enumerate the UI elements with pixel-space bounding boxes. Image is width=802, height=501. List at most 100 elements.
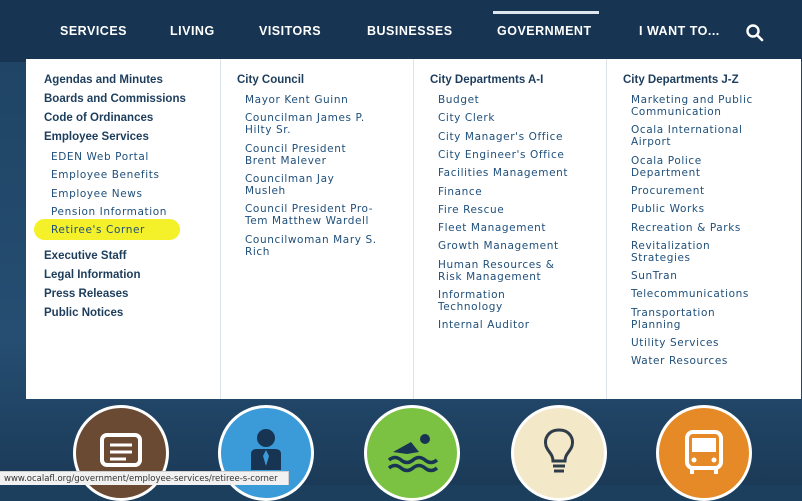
link-council-member-1[interactable]: Councilman James P. Hilty Sr. [245, 112, 365, 136]
link-council-member-line: Brent Malever [245, 154, 327, 167]
link-council-member-2[interactable]: Council President Brent Malever [245, 143, 346, 167]
link-department-a-i-line: Technology [438, 301, 503, 313]
link-department-a-i-2[interactable]: City Manager's Office [438, 131, 563, 143]
link-boards-commissions[interactable]: Boards and Commissions [44, 93, 186, 105]
link-department-a-i-line: Growth Management [438, 240, 559, 253]
column-government-general: Agendas and Minutes Boards and Commissio… [26, 59, 220, 399]
link-department-a-i-line: Fleet Management [438, 222, 547, 235]
link-department-a-i-line: City Clerk [438, 112, 496, 125]
link-department-j-z-line: Planning [631, 318, 682, 331]
link-department-j-z-7[interactable]: SunTran [631, 270, 677, 282]
government-circle-button[interactable] [218, 405, 314, 501]
link-council-member-line: Hilty Sr. [245, 124, 292, 137]
link-employee-benefits[interactable]: Employee Benefits [51, 169, 160, 181]
link-department-a-i-line: Finance [438, 185, 483, 198]
link-department-a-i-4[interactable]: Facilities Management [438, 167, 568, 179]
link-department-a-i-line: Budget [438, 94, 480, 106]
nav-active-indicator [493, 11, 599, 14]
heading-city-council[interactable]: City Council [237, 74, 304, 86]
main-nav: SERVICES LIVING VISITORS BUSINESSES GOVE… [0, 0, 802, 62]
link-council-member-line: Councilwoman Mary S. [245, 233, 377, 246]
link-department-j-z-line: Recreation & Parks [631, 221, 741, 234]
link-department-j-z-11[interactable]: Water Resources [631, 355, 728, 367]
link-employee-news[interactable]: Employee News [51, 188, 143, 200]
link-department-j-z-2[interactable]: Ocala Police Department [631, 155, 702, 179]
link-department-a-i-line: Facilities Management [438, 167, 569, 180]
nav-visitors[interactable]: VISITORS [259, 24, 321, 38]
link-department-j-z-10[interactable]: Utility Services [631, 337, 719, 349]
link-council-member-4[interactable]: Council President Pro- Tem Matthew Wardel… [245, 203, 373, 227]
search-icon[interactable] [745, 23, 765, 43]
link-public-notices[interactable]: Public Notices [44, 307, 123, 319]
link-department-a-i-9[interactable]: Human Resources & Risk Management [438, 259, 555, 283]
link-department-j-z-8[interactable]: Telecommunications [631, 288, 749, 300]
link-council-member-line: Musleh [245, 184, 286, 197]
link-eden-web-portal[interactable]: EDEN Web Portal [51, 151, 149, 163]
link-code-ordinances[interactable]: Code of Ordinances [44, 112, 153, 124]
link-department-j-z-line: Airport [631, 136, 672, 149]
nav-i-want-to[interactable]: I WANT TO... [639, 24, 720, 38]
link-department-j-z-line: Marketing and Public [631, 94, 753, 106]
link-department-j-z-line: Ocala Police [631, 154, 702, 167]
link-council-member-line: Councilman Jay [245, 172, 335, 185]
link-department-j-z-line: Ocala International [631, 124, 743, 137]
link-department-j-z-line: Communication [631, 106, 722, 118]
link-department-j-z-0[interactable]: Marketing and Public Communication [631, 94, 753, 118]
transit-circle-button[interactable] [656, 405, 752, 501]
link-department-j-z-line: Transportation [631, 306, 716, 319]
link-department-j-z-line: Department [631, 166, 701, 179]
link-department-j-z-line: Revitalization [631, 239, 711, 252]
link-department-a-i-6[interactable]: Fire Rescue [438, 204, 504, 216]
link-legal-information[interactable]: Legal Information [44, 269, 140, 281]
link-employee-services[interactable]: Employee Services [44, 131, 149, 143]
column-city-council: City Council Mayor Kent Guinn Councilman … [221, 59, 413, 399]
link-department-a-i-7[interactable]: Fleet Management [438, 222, 546, 234]
link-pension-information[interactable]: Pension Information [51, 206, 167, 218]
link-department-j-z-line: Public Works [631, 203, 705, 216]
link-department-j-z-1[interactable]: Ocala International Airport [631, 124, 743, 148]
link-department-j-z-line: Utility Services [631, 337, 720, 349]
link-department-j-z-line: Water Resources [631, 355, 728, 368]
link-department-a-i-3[interactable]: City Engineer's Office [438, 149, 564, 161]
link-department-j-z-5[interactable]: Recreation & Parks [631, 222, 741, 234]
link-department-a-i-5[interactable]: Finance [438, 186, 482, 198]
link-department-j-z-4[interactable]: Public Works [631, 203, 705, 215]
link-retirees-corner[interactable]: Retiree's Corner [51, 224, 145, 236]
heading-departments-j-z[interactable]: City Departments J-Z [623, 74, 739, 86]
link-council-member-line: Council President Pro- [245, 203, 374, 216]
link-department-j-z-3[interactable]: Procurement [631, 185, 705, 197]
link-council-member-5[interactable]: Councilwoman Mary S. Rich [245, 234, 377, 258]
link-council-member-line: Rich [245, 245, 271, 258]
link-department-j-z-line: Strategies [631, 251, 691, 264]
link-department-a-i-1[interactable]: City Clerk [438, 112, 495, 124]
nav-government[interactable]: GOVERNMENT [497, 24, 592, 38]
recreation-circle-button[interactable] [364, 405, 460, 501]
heading-departments-a-i[interactable]: City Departments A-I [430, 74, 543, 86]
ideas-circle-button[interactable] [511, 405, 607, 501]
nav-living[interactable]: LIVING [170, 24, 215, 38]
link-agendas-minutes[interactable]: Agendas and Minutes [44, 74, 163, 86]
nav-businesses[interactable]: BUSINESSES [367, 24, 453, 38]
link-department-j-z-9[interactable]: Transportation Planning [631, 307, 715, 331]
nav-services[interactable]: SERVICES [60, 24, 127, 38]
link-department-a-i-10[interactable]: Information Technology [438, 289, 505, 313]
link-department-a-i-11[interactable]: Internal Auditor [438, 319, 530, 331]
link-department-j-z-line: Procurement [631, 184, 705, 197]
link-department-j-z-line: Telecommunications [631, 288, 749, 301]
link-council-member-line: Tem Matthew Wardell [245, 215, 370, 228]
link-department-a-i-line: Human Resources & [438, 258, 555, 271]
link-council-member-0[interactable]: Mayor Kent Guinn [245, 94, 348, 106]
link-executive-staff[interactable]: Executive Staff [44, 250, 126, 262]
link-press-releases[interactable]: Press Releases [44, 288, 128, 300]
browser-status-url: www.ocalafl.org/government/employee-serv… [0, 471, 289, 485]
link-department-a-i-line: Risk Management [438, 270, 542, 283]
link-council-member-3[interactable]: Councilman Jay Musleh [245, 173, 334, 197]
link-department-a-i-0[interactable]: Budget [438, 94, 479, 106]
link-department-j-z-line: SunTran [631, 270, 678, 283]
column-departments-a-i: City Departments A-I Budget City Clerk Cit… [414, 59, 606, 399]
services-circle-button[interactable] [73, 405, 169, 501]
link-department-a-i-line: Internal Auditor [438, 319, 530, 332]
link-department-a-i-8[interactable]: Growth Management [438, 240, 559, 252]
link-department-a-i-line: Information [438, 289, 506, 301]
link-department-j-z-6[interactable]: Revitalization Strategies [631, 240, 710, 264]
